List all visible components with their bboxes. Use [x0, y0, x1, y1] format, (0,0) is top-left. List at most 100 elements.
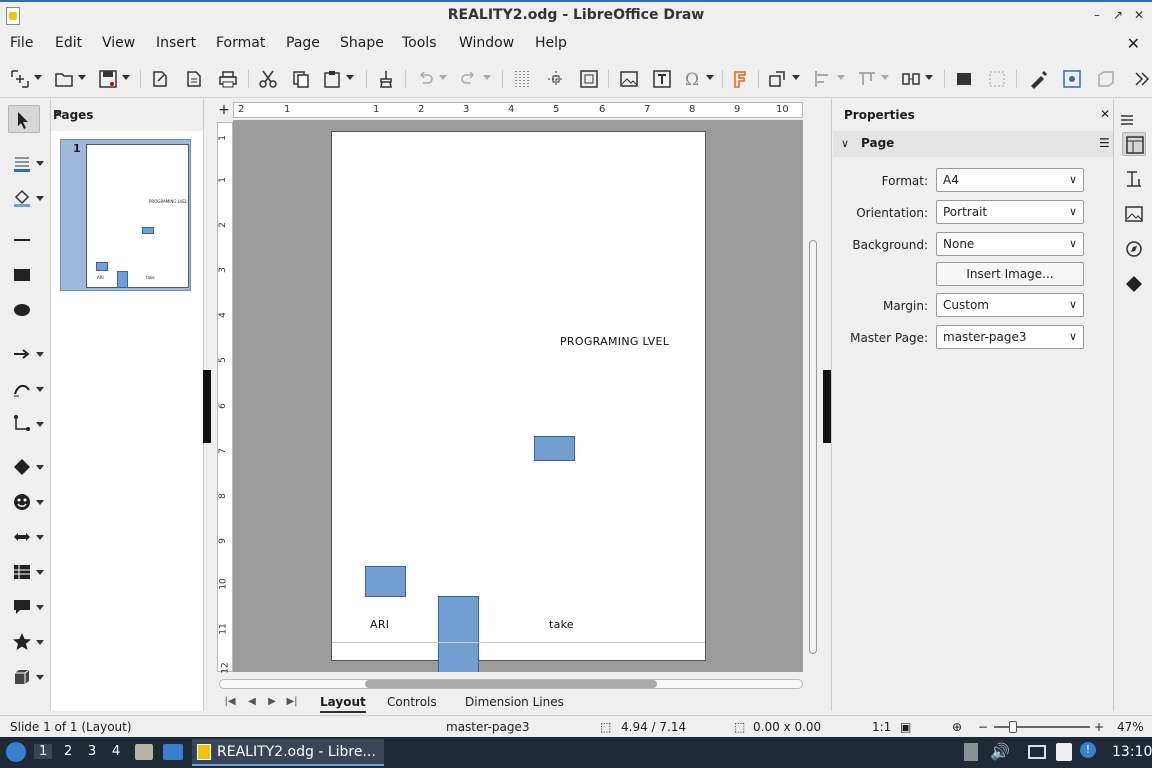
master-page-dropdown[interactable]: master-page3 ∨ — [936, 325, 1084, 349]
stars-tool[interactable] — [8, 628, 44, 656]
menu-edit[interactable]: Edit — [55, 35, 82, 51]
menu-window[interactable]: Window — [459, 35, 514, 51]
text-ari[interactable]: ARI — [370, 618, 389, 631]
format-dropdown[interactable]: A4 ∨ — [936, 168, 1084, 192]
section-menu-icon[interactable]: ☰ — [1099, 136, 1110, 150]
shadow-icon[interactable] — [954, 69, 974, 89]
file-manager-icon[interactable] — [135, 744, 153, 760]
symbol-shapes-tool[interactable] — [8, 488, 44, 516]
taskbar-app-libreoffice[interactable]: REALITY2.odg - Libre... — [192, 739, 384, 766]
slide-thumbnail-1[interactable]: 1 PROGRAMING LVEL ARI take — [60, 139, 191, 291]
grid-icon[interactable] — [512, 69, 532, 89]
align-objects-icon[interactable] — [813, 69, 845, 89]
last-tab-icon[interactable]: ▶| — [285, 696, 299, 710]
horizontal-scrollbar[interactable] — [219, 679, 803, 689]
zoom-out-button[interactable]: − — [978, 720, 988, 734]
volume-icon[interactable]: 🔊 — [990, 742, 1010, 761]
shape-rectangle-1[interactable] — [534, 436, 575, 461]
drawing-page[interactable]: PROGRAMING LVEL ARI take — [331, 131, 706, 672]
3d-objects-tool[interactable] — [8, 663, 44, 691]
crop-icon[interactable] — [987, 69, 1007, 89]
minimize-button[interactable]: – — [1090, 8, 1104, 22]
print-icon[interactable] — [218, 69, 238, 89]
ruler-origin-icon[interactable]: + — [217, 102, 231, 118]
block-arrows-tool[interactable] — [8, 523, 44, 551]
workspace-1[interactable]: 1 — [34, 744, 53, 759]
tab-controls[interactable]: Controls — [387, 695, 437, 713]
scale-status[interactable]: 1:1 — [872, 720, 891, 734]
vertical-ruler[interactable]: 1 1 2 3 4 5 6 7 8 9 10 11 12 — [217, 122, 233, 674]
styles-deck-icon[interactable] — [1122, 167, 1146, 191]
callouts-tool[interactable] — [8, 593, 44, 621]
ellipse-tool[interactable] — [8, 296, 40, 324]
text-programing-lvel[interactable]: PROGRAMING LVEL — [560, 335, 669, 348]
basic-shapes-tool[interactable] — [8, 453, 44, 481]
paste-icon[interactable] — [322, 69, 354, 89]
toggle-extrusion-icon[interactable] — [1096, 69, 1116, 89]
special-character-icon[interactable]: Ω — [682, 69, 714, 90]
menu-view[interactable]: View — [102, 35, 135, 51]
orientation-dropdown[interactable]: Portrait ∨ — [936, 200, 1084, 224]
insert-image-button[interactable]: Insert Image... — [936, 262, 1084, 286]
curves-tool[interactable] — [8, 375, 44, 403]
close-pages-panel-icon[interactable]: ✕ — [53, 107, 197, 121]
menu-tools[interactable]: Tools — [402, 35, 437, 51]
text-take[interactable]: take — [549, 618, 574, 631]
fit-page-icon[interactable]: ⊕ — [952, 720, 962, 734]
vertical-scroll-thumb[interactable] — [809, 240, 817, 654]
copy-icon[interactable] — [291, 69, 311, 89]
network-icon[interactable] — [1028, 745, 1046, 759]
next-tab-icon[interactable]: ▶ — [265, 696, 279, 710]
shapes-deck-icon[interactable] — [1122, 272, 1146, 296]
page-section-header[interactable]: ∨ Page ☰ — [833, 131, 1115, 157]
workspace-3[interactable]: 3 — [88, 744, 96, 759]
select-tool[interactable] — [8, 105, 40, 133]
horizontal-ruler[interactable]: 2 1 1 2 3 4 5 6 7 8 9 10 — [233, 102, 803, 118]
arrange-icon[interactable] — [857, 69, 889, 89]
rectangle-tool[interactable] — [8, 261, 40, 289]
zoom-page-icon[interactable] — [579, 69, 599, 89]
menu-page[interactable]: Page — [286, 35, 320, 51]
redo-icon[interactable] — [459, 69, 491, 89]
shape-rectangle-3[interactable] — [438, 596, 479, 672]
insert-image-icon[interactable] — [619, 69, 639, 89]
show-desktop-icon[interactable] — [163, 744, 183, 760]
shape-rectangle-2[interactable] — [365, 566, 406, 597]
menu-help[interactable]: Help — [535, 35, 567, 51]
zoom-slider-handle[interactable] — [1009, 721, 1017, 733]
connectors-tool[interactable] — [8, 410, 44, 438]
save-icon[interactable] — [98, 69, 130, 89]
glue-points-icon[interactable] — [1062, 69, 1082, 89]
start-menu-icon[interactable] — [6, 742, 26, 762]
master-page-status[interactable]: master-page3 — [446, 720, 529, 734]
fontwork-icon[interactable] — [730, 69, 750, 89]
notification-icon[interactable]: ! — [1080, 742, 1096, 758]
drawing-workspace[interactable]: PROGRAMING LVEL ARI take — [233, 120, 803, 672]
menu-format[interactable]: Format — [216, 35, 265, 51]
tab-dimension-lines[interactable]: Dimension Lines — [465, 695, 564, 713]
line-color-tool[interactable] — [8, 149, 44, 177]
horizontal-scroll-thumb[interactable] — [365, 680, 657, 688]
navigator-deck-icon[interactable] — [1122, 237, 1146, 261]
workspace-2[interactable]: 2 — [64, 744, 72, 759]
close-document-button[interactable]: ✕ — [1127, 34, 1140, 53]
helplines-icon[interactable] — [546, 69, 566, 89]
zoom-pan-icon[interactable] — [10, 69, 42, 89]
close-window-button[interactable]: ✕ — [1132, 8, 1146, 22]
first-tab-icon[interactable]: |◀ — [223, 696, 237, 710]
properties-deck-icon[interactable] — [1122, 132, 1146, 156]
collapse-pages-handle[interactable] — [203, 370, 211, 443]
insert-textbox-icon[interactable] — [652, 69, 672, 89]
workspace-4[interactable]: 4 — [112, 744, 120, 759]
distribute-icon[interactable] — [901, 69, 933, 89]
close-sidebar-icon[interactable]: ✕ — [1100, 107, 1110, 121]
margin-dropdown[interactable]: Custom ∨ — [936, 293, 1084, 317]
menu-insert[interactable]: Insert — [156, 35, 196, 51]
flowchart-tool[interactable] — [8, 558, 44, 586]
tab-layout[interactable]: Layout — [320, 695, 366, 713]
background-dropdown[interactable]: None ∨ — [936, 232, 1084, 256]
lines-arrows-tool[interactable] — [8, 340, 44, 368]
maximize-button[interactable]: ↗ — [1111, 8, 1125, 22]
deck-menu-icon[interactable] — [1115, 108, 1139, 132]
export-pdf-icon[interactable] — [184, 69, 204, 89]
